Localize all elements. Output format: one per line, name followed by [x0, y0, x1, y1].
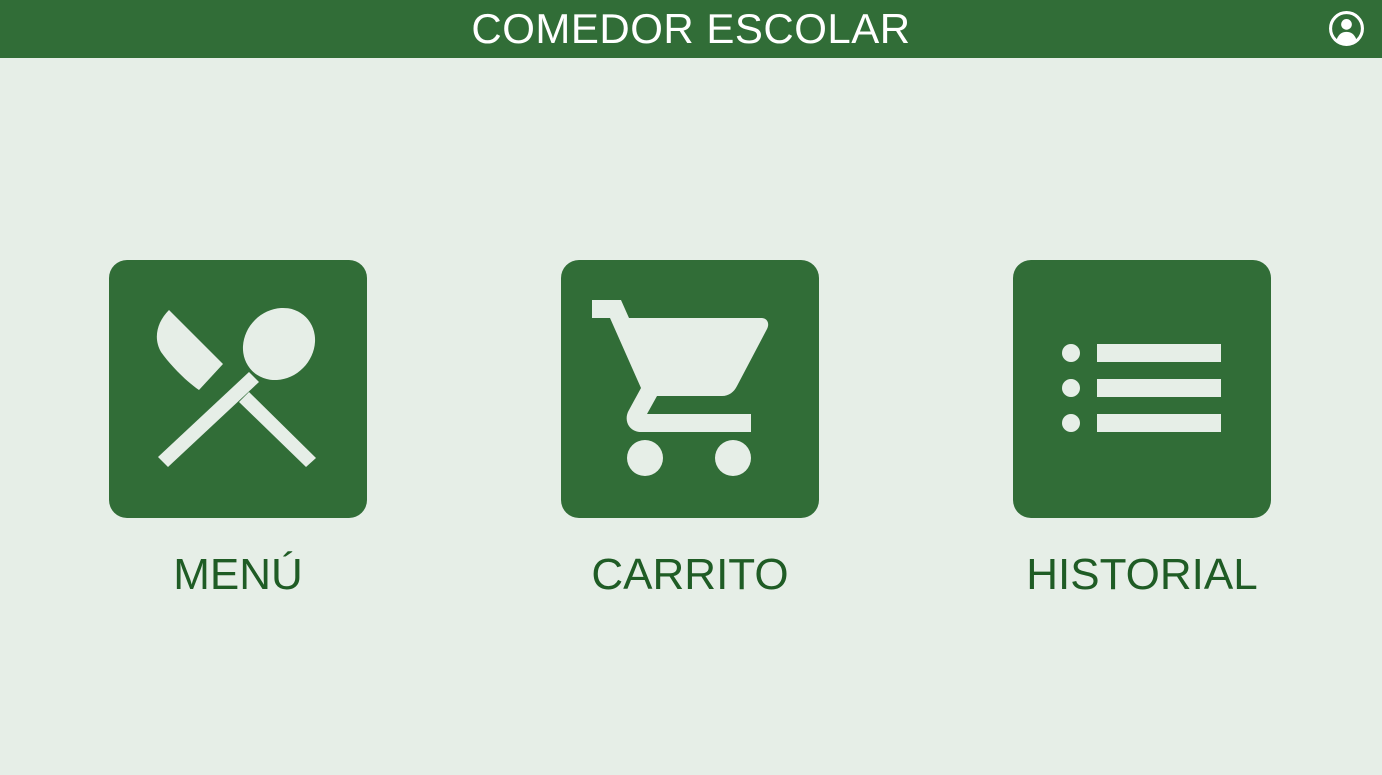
menu-tile-label: MENÚ — [173, 550, 303, 599]
account-button[interactable] — [1328, 10, 1365, 47]
history-tile[interactable]: HISTORIAL — [1013, 260, 1271, 599]
app-title: COMEDOR ESCOLAR — [471, 5, 911, 52]
account-circle-icon — [1329, 11, 1364, 46]
cart-tile-box[interactable] — [561, 260, 819, 518]
history-tile-label: HISTORIAL — [1026, 550, 1258, 599]
cart-tile[interactable]: CARRITO — [561, 260, 819, 599]
shopping-cart-icon — [592, 300, 769, 476]
menu-tile[interactable]: MENÚ — [109, 260, 367, 599]
list-icon — [1062, 344, 1221, 432]
history-tile-box[interactable] — [1013, 260, 1271, 518]
fork-spoon-icon — [156, 307, 316, 467]
menu-tile-box[interactable] — [109, 260, 367, 518]
top-app-bar: COMEDOR ESCOLAR — [0, 0, 1382, 58]
cart-tile-label: CARRITO — [591, 550, 789, 599]
